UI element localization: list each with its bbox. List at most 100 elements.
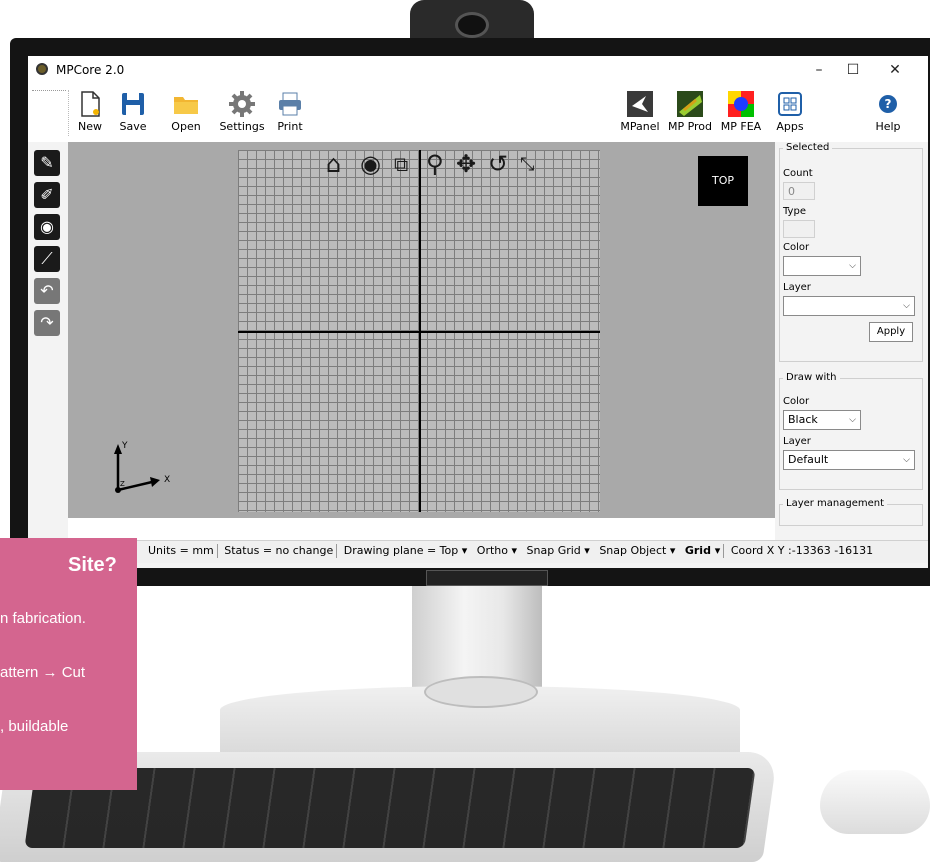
grid-label: Grid: [684, 544, 711, 557]
print-button[interactable]: Print: [272, 86, 308, 140]
draw-color-value: Black: [788, 413, 818, 426]
ortho-toggle[interactable]: Ortho ▾: [474, 541, 520, 561]
draw-color-label: Color: [783, 396, 810, 407]
grid-toggle[interactable]: Grid ▾: [682, 541, 723, 561]
count-label: Count: [783, 168, 813, 179]
count-field: 0: [783, 182, 815, 200]
settings-button[interactable]: Settings: [218, 86, 266, 140]
settings-label: Settings: [219, 120, 265, 133]
new-button[interactable]: New: [74, 86, 106, 140]
fit-extents-button[interactable]: ⤡: [520, 154, 534, 175]
window-title: MPCore 2.0: [56, 63, 125, 77]
measure-tool-button[interactable]: ⟋: [34, 246, 60, 272]
triad-z-label: Z: [120, 480, 125, 488]
properties-panel: Selected Count 0 Type Color ⌵ Layer ⌵ Ap…: [775, 142, 928, 526]
chevron-down-icon: ⌵: [849, 261, 856, 271]
redo-button[interactable]: ↷: [34, 310, 60, 336]
chevron-down-icon: ⌵: [849, 415, 856, 425]
layer-management-legend: Layer management: [783, 498, 888, 509]
snap-object-label: Snap Object: [599, 544, 667, 557]
gear-icon: [229, 91, 255, 117]
view-cube[interactable]: TOP: [698, 156, 748, 206]
minimize-button[interactable]: –: [804, 60, 834, 80]
type-field: [783, 220, 815, 238]
draw-color-select[interactable]: Black ⌵: [783, 410, 861, 430]
app-window: MPCore 2.0 – ☐ ✕ New Save Open Settings …: [28, 56, 928, 568]
promo-card: Site? n fabrication. attern → Cut , buil…: [0, 538, 137, 790]
dropdown-arrow-icon: ▾: [461, 544, 468, 557]
view-eye-button[interactable]: ◉: [360, 150, 381, 178]
home-icon: ⌂: [326, 150, 342, 178]
coordinate-readout: Coord X Y :-13363 -16131: [730, 544, 874, 557]
draw-layer-select[interactable]: Default ⌵: [783, 450, 915, 470]
drawing-viewport[interactable]: ⌂ ◉ ⧉ ⚲ ✥ ↺ ⤡ TOP Y X Z: [68, 142, 775, 518]
floppy-icon: [122, 93, 144, 115]
webcam-lens: [455, 12, 489, 38]
mp-prod-label: MP Prod: [667, 120, 713, 133]
pencil-tool-button[interactable]: ✎: [34, 150, 60, 176]
folder-icon: [174, 97, 198, 114]
expand-icon: ⤡: [520, 154, 535, 175]
apply-button[interactable]: Apply: [869, 322, 913, 342]
pan-button[interactable]: ✥: [456, 150, 476, 178]
drawing-plane-value: Drawing plane = Top: [343, 544, 459, 557]
apps-button[interactable]: Apps: [770, 86, 810, 140]
svg-text:?: ?: [885, 97, 892, 111]
print-label: Print: [277, 120, 303, 133]
chevron-down-icon: ⌵: [903, 301, 910, 311]
app-logo-icon: [36, 63, 48, 75]
promo-line-1: n fabrication.: [0, 610, 86, 627]
mp-fea-icon: [728, 91, 754, 117]
zoom-window-button[interactable]: ⧉: [394, 152, 408, 176]
mpanel-label: MPanel: [620, 120, 660, 133]
redo-icon: ↷: [40, 313, 54, 332]
triad-y-label: Y: [121, 441, 128, 451]
selected-color-select[interactable]: ⌵: [783, 256, 861, 276]
change-status: Status = no change: [224, 544, 334, 557]
mpanel-icon: [627, 91, 653, 117]
save-button[interactable]: Save: [114, 86, 152, 140]
selected-layer-select[interactable]: ⌵: [783, 296, 915, 316]
mp-fea-label: MP FEA: [720, 120, 762, 133]
zoom-button[interactable]: ⚲: [426, 150, 444, 178]
chevron-down-icon: ⌵: [903, 455, 910, 465]
eye-icon: ◉: [360, 150, 381, 178]
dropdown-arrow-icon: ▾: [669, 544, 676, 557]
rotate-icon: ↺: [488, 150, 509, 178]
close-button[interactable]: ✕: [880, 60, 910, 80]
promo-line-3: , buildable: [0, 718, 69, 735]
undo-button[interactable]: ↶: [34, 278, 60, 304]
help-button[interactable]: ? Help: [870, 86, 906, 140]
new-file-icon: [81, 91, 100, 117]
viewport-footer: [68, 518, 775, 540]
mp-fea-button[interactable]: MP FEA: [718, 86, 764, 140]
snap-grid-toggle[interactable]: Snap Grid ▾: [524, 541, 593, 561]
triad-x-label: X: [164, 475, 170, 485]
edit-icon: ✐: [40, 185, 54, 204]
draw-layer-value: Default: [788, 453, 829, 466]
help-label: Help: [875, 120, 901, 133]
mpanel-button[interactable]: MPanel: [618, 86, 662, 140]
home-view-button[interactable]: ⌂: [326, 150, 341, 178]
toolbar-divider: [68, 90, 70, 136]
toolbar-grip: [32, 90, 66, 91]
mouse: [820, 770, 930, 834]
draw-layer-label: Layer: [783, 436, 811, 447]
stand-ring: [424, 676, 538, 708]
status-bar: Units = mm Status = no change Drawing pl…: [28, 540, 928, 563]
title-bar: MPCore 2.0 – ☐ ✕: [28, 56, 928, 84]
snap-object-toggle[interactable]: Snap Object ▾: [596, 541, 678, 561]
view-tool-button[interactable]: ◉: [34, 214, 60, 240]
rotate-button[interactable]: ↺: [488, 150, 508, 178]
open-button[interactable]: Open: [166, 86, 206, 140]
drawing-plane-status[interactable]: Drawing plane = Top ▾: [341, 541, 471, 561]
mp-prod-button[interactable]: MP Prod: [666, 86, 714, 140]
ruler-icon: ⟋: [41, 249, 53, 268]
open-label: Open: [171, 120, 201, 133]
edit-tool-button[interactable]: ✐: [34, 182, 60, 208]
type-label: Type: [783, 206, 806, 217]
draw-with-legend: Draw with: [783, 372, 840, 383]
maximize-button[interactable]: ☐: [838, 60, 868, 80]
dropdown-arrow-icon: ▾: [584, 544, 590, 557]
x-axis-line: [238, 331, 600, 333]
